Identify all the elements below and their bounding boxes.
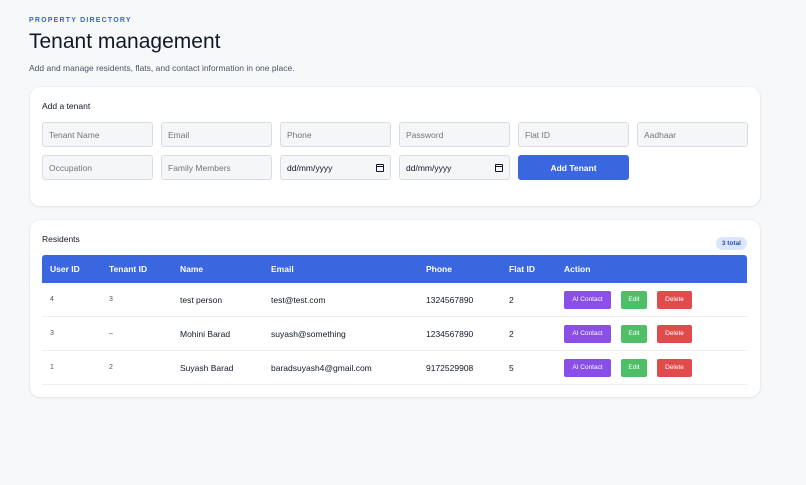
family-members-input[interactable]: [161, 155, 272, 180]
cell-flat-id: 2: [509, 295, 514, 305]
email-input[interactable]: [161, 122, 272, 147]
add-tenant-title: Add a tenant: [42, 101, 91, 111]
cell-name: Suyash Barad: [180, 363, 234, 373]
cell-phone: 1324567890: [426, 295, 474, 305]
calendar-icon[interactable]: [376, 163, 384, 172]
cell-user-id: 4: [50, 296, 54, 303]
column-header-tenant-id: Tenant ID: [109, 264, 148, 274]
flat-id-input[interactable]: [518, 122, 629, 147]
ai-contact-button[interactable]: AI Contact: [564, 291, 611, 309]
delete-button[interactable]: Delete: [657, 291, 692, 309]
cell-user-id: 1: [50, 364, 54, 371]
cell-email: baradsuyash4@gmail.com: [271, 363, 372, 373]
cell-flat-id: 2: [509, 329, 514, 339]
table-header: User ID Tenant ID Name Email Phone Flat …: [42, 255, 747, 283]
edit-button[interactable]: Edit: [621, 325, 647, 343]
total-badge: 3 total: [715, 237, 747, 250]
add-tenant-button[interactable]: Add Tenant: [518, 155, 629, 180]
date-input-2[interactable]: dd/mm/yyyy: [399, 155, 510, 180]
cell-name: Mohini Barad: [180, 329, 231, 339]
table-row: 4 3 test person test@test.com 1324567890…: [42, 283, 747, 317]
edit-button[interactable]: Edit: [621, 359, 647, 377]
column-header-name: Name: [180, 264, 204, 274]
cell-phone: 1234567890: [426, 329, 474, 339]
delete-button[interactable]: Delete: [657, 359, 692, 377]
tenant-name-input[interactable]: [42, 122, 153, 147]
edit-button[interactable]: Edit: [621, 291, 647, 309]
calendar-icon[interactable]: [495, 163, 503, 172]
page-title: Tenant management: [29, 30, 221, 53]
cell-tenant-id: –: [109, 330, 113, 337]
column-header-action: Action: [564, 264, 591, 274]
column-header-email: Email: [271, 264, 294, 274]
cell-tenant-id: 2: [109, 364, 113, 371]
cell-email: suyash@something: [271, 329, 346, 339]
cell-user-id: 3: [50, 330, 54, 337]
page-subtitle: Add and manage residents, flats, and con…: [29, 63, 295, 73]
page-eyebrow: PROPERTY DIRECTORY: [29, 17, 132, 24]
aadhaar-input[interactable]: [637, 122, 748, 147]
residents-card: Residents 3 total User ID Tenant ID Name…: [30, 220, 760, 397]
ai-contact-button[interactable]: AI Contact: [564, 359, 611, 377]
residents-title: Residents: [42, 234, 80, 244]
cell-phone: 9172529908: [426, 363, 474, 373]
table-row: 1 2 Suyash Barad baradsuyash4@gmail.com …: [42, 351, 747, 385]
table-row: 3 – Mohini Barad suyash@something 123456…: [42, 317, 747, 351]
phone-input[interactable]: [280, 122, 391, 147]
cell-tenant-id: 3: [109, 296, 113, 303]
cell-email: test@test.com: [271, 295, 326, 305]
occupation-input[interactable]: [42, 155, 153, 180]
cell-name: test person: [180, 295, 223, 305]
cell-flat-id: 5: [509, 363, 514, 373]
column-header-user-id: User ID: [50, 264, 80, 274]
add-tenant-card: Add a tenant dd/mm/yyyy dd/mm/yyyy Add T…: [30, 87, 760, 206]
ai-contact-button[interactable]: AI Contact: [564, 325, 611, 343]
delete-button[interactable]: Delete: [657, 325, 692, 343]
column-header-phone: Phone: [426, 264, 452, 274]
password-input[interactable]: [399, 122, 510, 147]
date-input-1-value: dd/mm/yyyy: [287, 162, 333, 173]
date-input-2-value: dd/mm/yyyy: [406, 162, 452, 173]
date-input-1[interactable]: dd/mm/yyyy: [280, 155, 391, 180]
column-header-flat-id: Flat ID: [509, 264, 535, 274]
